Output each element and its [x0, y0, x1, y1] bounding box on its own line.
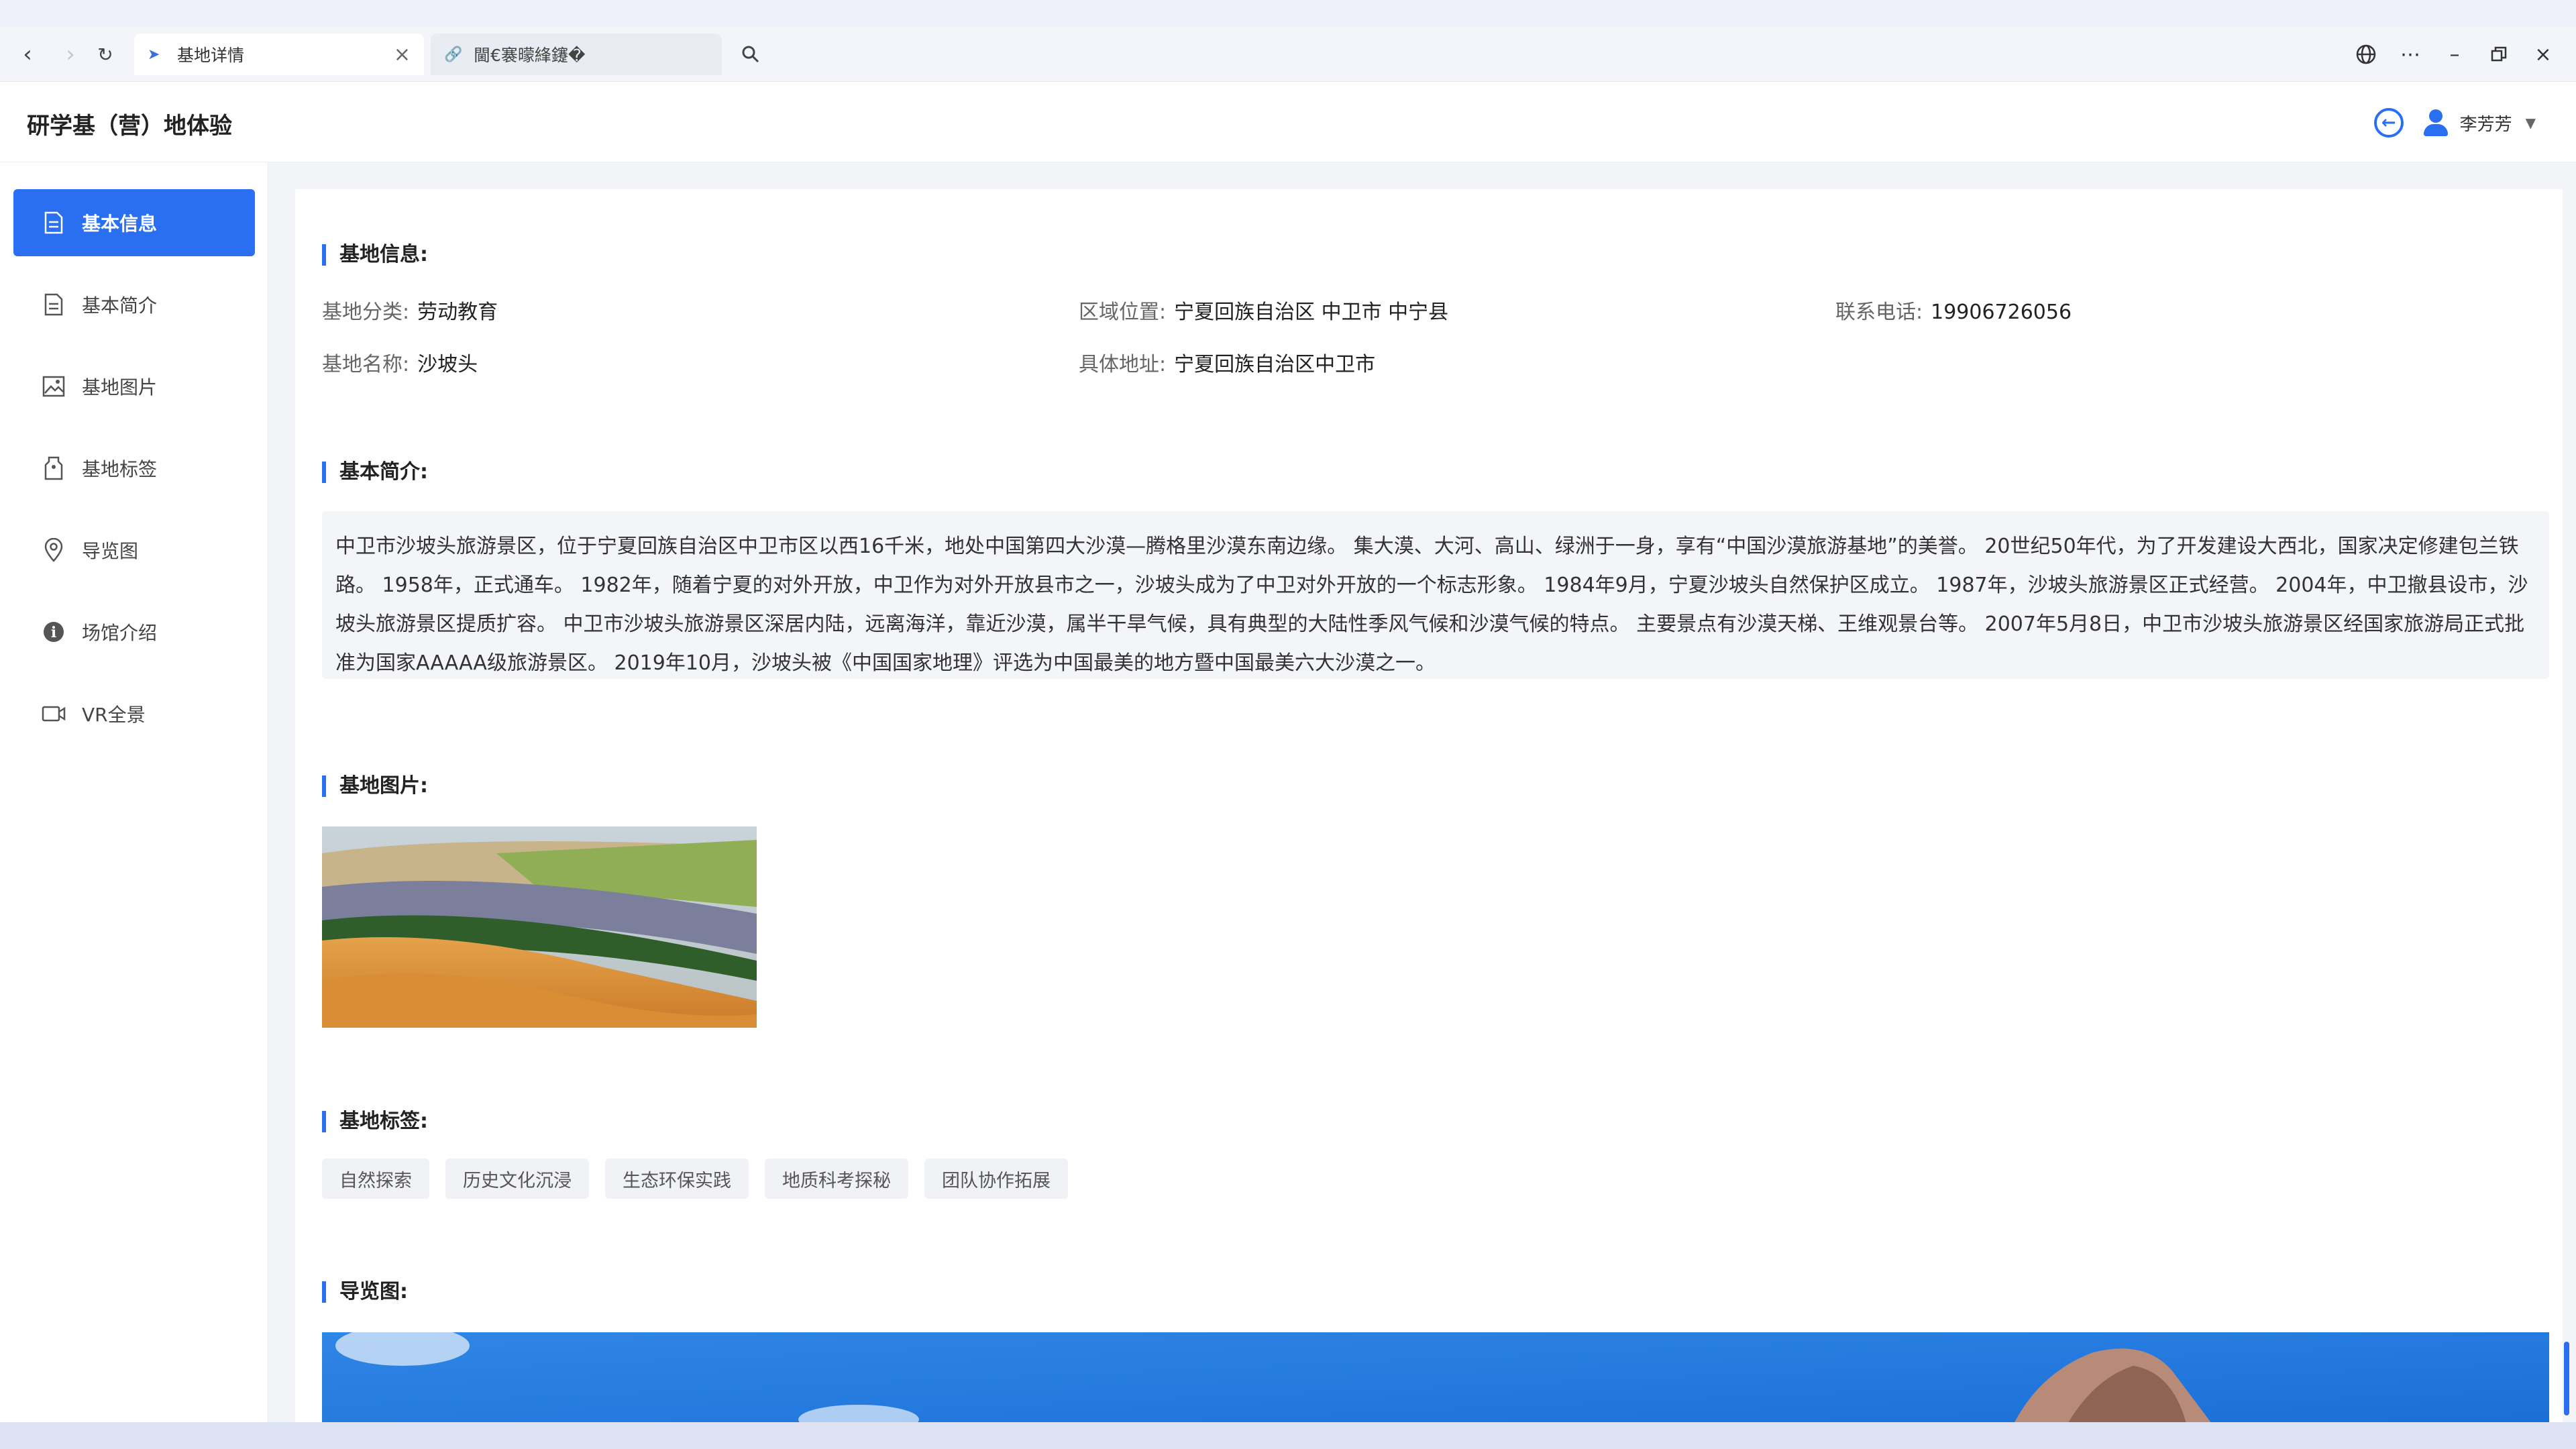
- base-photo-thumbnail[interactable]: [322, 826, 757, 1028]
- globe-icon[interactable]: [2344, 38, 2388, 71]
- intro-text: 中卫市沙坡头旅游景区，位于宁夏回族自治区中卫市区以西16千米，地处中国第四大沙漠…: [322, 511, 2549, 679]
- app-logo-icon: ➤: [148, 46, 160, 63]
- sidebar-item-label: 基地标签: [82, 458, 158, 480]
- sidebar-item-label: 基本信息: [82, 213, 158, 235]
- svg-text:i: i: [51, 624, 56, 641]
- sidebar-item-basic-info[interactable]: 基本信息: [13, 189, 255, 256]
- location-pin-icon: [40, 537, 67, 564]
- info-address: 具体地址: 宁夏回族自治区中卫市: [1079, 347, 1375, 377]
- sidebar-item-vr[interactable]: VR全景: [13, 680, 255, 747]
- section-title-photos: 基地图片:: [322, 775, 428, 797]
- tag-icon: [40, 455, 67, 482]
- chevron-down-icon[interactable]: ▼: [2526, 115, 2536, 131]
- sidebar-item-label: 场馆介绍: [82, 622, 158, 644]
- tab-title: 基地详情: [177, 46, 245, 65]
- info-label: 基地分类:: [322, 301, 410, 324]
- image-icon: [40, 373, 67, 400]
- info-value: 沙坡头: [417, 353, 478, 376]
- info-value: 宁夏回族自治区中卫市: [1174, 353, 1376, 376]
- sidebar-item-label: 基地图片: [82, 376, 158, 398]
- tag-item: 地质科考探秘: [765, 1159, 908, 1199]
- video-icon: [40, 700, 67, 727]
- tag-item: 历史文化沉浸: [445, 1159, 589, 1199]
- info-label: 基地名称:: [322, 353, 410, 376]
- desktop-bottom-strip: [0, 1422, 2576, 1449]
- sidebar-item-label: 基本简介: [82, 294, 158, 317]
- scrollbar-thumb[interactable]: [2564, 1342, 2569, 1415]
- info-phone: 联系电话: 19906726056: [1835, 295, 2072, 325]
- sidebar-item-guide-map[interactable]: 导览图: [13, 517, 255, 584]
- user-avatar-icon[interactable]: [2422, 108, 2449, 138]
- tab-base-detail[interactable]: ➤ 基地详情 ×: [134, 34, 424, 75]
- section-title-base-info: 基地信息:: [322, 244, 428, 266]
- info-value: 19906726056: [1931, 301, 2072, 324]
- reload-icon[interactable]: ↻: [89, 38, 122, 71]
- desktop-top-strip: [0, 0, 2576, 27]
- section-title-intro: 基本简介:: [322, 462, 428, 483]
- info-category: 基地分类: 劳动教育: [322, 295, 498, 325]
- more-icon[interactable]: ⋯: [2388, 38, 2432, 71]
- info-value: 劳动教育: [417, 301, 498, 324]
- user-name[interactable]: 李芳芳: [2460, 111, 2512, 136]
- section-title-guide: 导览图:: [322, 1281, 408, 1303]
- sidebar: 基本信息 基本简介 基地图片 基地标签 导览图 i 场馆介绍 VR全景: [0, 162, 268, 1422]
- tag-item: 生态环保实践: [605, 1159, 749, 1199]
- close-icon[interactable]: ×: [2521, 38, 2565, 71]
- document-icon: [40, 291, 67, 318]
- sidebar-item-intro[interactable]: 基本简介: [13, 271, 255, 338]
- sidebar-item-tags[interactable]: 基地标签: [13, 435, 255, 502]
- info-value: 宁夏回族自治区 中卫市 中宁县: [1174, 301, 1449, 324]
- minimize-icon[interactable]: –: [2432, 38, 2477, 71]
- info-icon: i: [40, 619, 67, 645]
- link-icon: 🔗: [444, 46, 463, 63]
- sidebar-item-photos[interactable]: 基地图片: [13, 353, 255, 420]
- restore-icon[interactable]: [2477, 38, 2521, 71]
- info-label: 区域位置:: [1079, 301, 1167, 324]
- main-content: 基地信息: 基地分类: 劳动教育 区域位置: 宁夏回族自治区 中卫市 中宁县 联系电…: [295, 189, 2563, 1422]
- back-circle-icon[interactable]: ←: [2373, 108, 2404, 138]
- guide-map-image[interactable]: [322, 1332, 2549, 1422]
- sidebar-item-label: VR全景: [82, 704, 146, 726]
- sidebar-item-venue-intro[interactable]: i 场馆介绍: [13, 598, 255, 665]
- search-icon[interactable]: [734, 38, 767, 71]
- tab-link[interactable]: 🔗 閫€褰曚綘鑳�: [431, 34, 722, 75]
- info-label: 联系电话:: [1835, 301, 1923, 324]
- app-header: 研学基（营）地体验 ← 李芳芳 ▼: [0, 82, 2576, 162]
- tag-item: 自然探索: [322, 1159, 429, 1199]
- sidebar-item-label: 导览图: [82, 540, 139, 562]
- back-icon[interactable]: ‹: [11, 38, 44, 71]
- tab-close-icon[interactable]: ×: [394, 43, 411, 66]
- info-label: 具体地址:: [1079, 353, 1167, 376]
- browser-toolbar: ‹ › ↻ ➤ 基地详情 × 🔗 閫€褰曚綘鑳� ⋯ – ×: [0, 27, 2576, 82]
- user-area: ← 李芳芳 ▼: [2373, 107, 2536, 138]
- info-name: 基地名称: 沙坡头: [322, 347, 478, 377]
- tag-list: 自然探索 历史文化沉浸 生态环保实践 地质科考探秘 团队协作拓展: [322, 1159, 1084, 1199]
- forward-icon[interactable]: ›: [54, 38, 87, 71]
- section-title-tags: 基地标签:: [322, 1111, 428, 1132]
- tag-item: 团队协作拓展: [924, 1159, 1068, 1199]
- document-icon: [40, 209, 67, 236]
- info-region: 区域位置: 宁夏回族自治区 中卫市 中宁县: [1079, 295, 1448, 325]
- tab-title: 閫€褰曚綘鑳�: [474, 46, 586, 65]
- app-title: 研学基（营）地体验: [27, 113, 232, 140]
